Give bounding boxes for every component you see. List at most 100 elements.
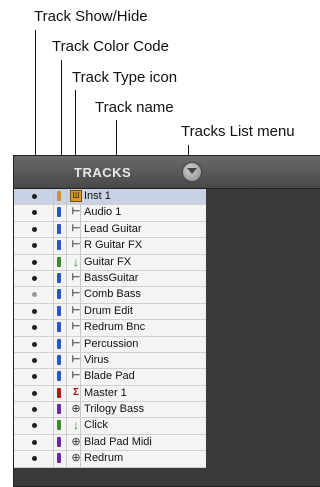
show-hide-toggle[interactable] [32, 407, 37, 413]
show-hide-toggle[interactable] [32, 456, 37, 462]
track-row[interactable]: Σ Master 1 [14, 385, 206, 403]
leader-line-show-hide [35, 30, 36, 170]
track-name[interactable]: Comb Bass [84, 288, 141, 300]
callout-track-color-code: Track Color Code [52, 38, 169, 55]
column-divider [53, 270, 54, 287]
show-hide-toggle[interactable] [32, 226, 37, 232]
track-color-code[interactable] [57, 240, 61, 251]
track-color-code[interactable] [57, 436, 61, 447]
track-color-code[interactable] [57, 420, 61, 431]
track-row[interactable]: ⊢ Comb Bass [14, 287, 206, 304]
track-name[interactable]: Drum Edit [84, 305, 133, 317]
column-divider [66, 221, 67, 238]
column-divider [66, 336, 67, 352]
track-color-code[interactable] [57, 207, 61, 218]
track-row[interactable]: ⊢ BassGuitar [14, 270, 206, 288]
show-hide-toggle[interactable] [32, 374, 37, 380]
tracks-panel-header: TRACKS [14, 156, 320, 189]
track-name[interactable]: R Guitar FX [84, 239, 142, 251]
column-divider [66, 205, 67, 221]
tracks-panel-title: TRACKS [74, 165, 132, 180]
track-row[interactable]: ⊕ Blad Pad Midi [14, 434, 206, 452]
track-name[interactable]: Guitar FX [84, 256, 131, 268]
column-divider [66, 189, 67, 205]
column-divider [66, 254, 67, 270]
track-row[interactable]: ↓ Guitar FX [14, 254, 206, 271]
column-divider [53, 254, 54, 270]
track-row[interactable]: ⊢ Audio 1 [14, 205, 206, 222]
show-hide-toggle[interactable] [32, 423, 37, 429]
track-name[interactable]: Click [84, 419, 108, 431]
track-color-code[interactable] [57, 305, 61, 316]
aux-input-icon: ↓ [73, 418, 79, 433]
track-row[interactable]: ⊢ Drum Edit [14, 303, 206, 321]
track-row[interactable]: Ш Inst 1 [14, 189, 206, 206]
track-name[interactable]: Percussion [84, 338, 138, 350]
track-name[interactable]: Inst 1 [84, 190, 111, 202]
track-row[interactable]: ⊕ Trilogy Bass [14, 402, 206, 419]
show-hide-toggle[interactable] [32, 308, 37, 314]
chevron-down-icon [187, 168, 197, 174]
show-hide-toggle[interactable] [32, 325, 37, 331]
track-color-code[interactable] [57, 387, 61, 398]
tracks-list-menu-button[interactable] [182, 162, 202, 182]
track-row[interactable]: ⊢ Redrum Bnc [14, 320, 206, 337]
callout-track-name: Track name [95, 99, 174, 116]
column-divider [53, 352, 54, 369]
column-divider [66, 385, 67, 402]
track-name[interactable]: Virus [84, 354, 109, 366]
track-color-code[interactable] [57, 256, 61, 267]
column-divider [66, 287, 67, 303]
track-color-code[interactable] [57, 371, 61, 382]
track-color-code[interactable] [57, 191, 61, 201]
track-row[interactable]: ⊢ R Guitar FX [14, 238, 206, 255]
audio-track-icon: ⊢ [71, 288, 81, 300]
track-name[interactable]: Lead Guitar [84, 223, 141, 235]
midi-track-icon: ⊕ [71, 403, 81, 416]
track-row[interactable]: ⊢ Virus [14, 352, 206, 370]
track-color-code[interactable] [57, 223, 61, 234]
show-hide-toggle[interactable] [32, 210, 37, 216]
column-divider [66, 434, 67, 451]
column-divider [53, 238, 54, 254]
midi-track-icon: ⊕ [71, 452, 81, 465]
column-divider [53, 402, 54, 418]
show-hide-toggle[interactable] [32, 243, 37, 249]
track-name[interactable]: BassGuitar [84, 272, 138, 284]
track-name[interactable]: Master 1 [84, 387, 127, 399]
track-name[interactable]: Trilogy Bass [84, 403, 144, 415]
track-name[interactable]: Audio 1 [84, 206, 121, 218]
column-divider [53, 287, 54, 303]
instrument-track-icon: Ш [70, 190, 82, 202]
track-name[interactable]: Blad Pad Midi [84, 436, 152, 448]
track-row[interactable]: ⊢ Percussion [14, 336, 206, 353]
column-divider [66, 238, 67, 254]
track-name[interactable]: Blade Pad [84, 370, 135, 382]
show-hide-toggle[interactable] [32, 275, 37, 281]
column-divider [53, 451, 54, 467]
callout-tracks-list-menu: Tracks List menu [181, 123, 295, 140]
show-hide-toggle[interactable] [32, 341, 37, 347]
track-color-code[interactable] [57, 289, 61, 300]
track-color-code[interactable] [57, 453, 61, 464]
track-color-code[interactable] [57, 272, 61, 283]
midi-track-icon: ⊕ [71, 435, 81, 448]
callout-track-type-icon: Track Type icon [72, 69, 178, 86]
track-name[interactable]: Redrum [84, 452, 123, 464]
track-row[interactable]: ↓ Click [14, 418, 206, 435]
track-color-code[interactable] [57, 322, 61, 333]
track-row[interactable]: ⊕ Redrum [14, 451, 206, 468]
track-row[interactable]: ⊢ Lead Guitar [14, 221, 206, 239]
track-color-code[interactable] [57, 354, 61, 365]
show-hide-toggle[interactable] [32, 194, 37, 199]
show-hide-toggle[interactable] [32, 439, 37, 445]
track-row[interactable]: ⊢ Blade Pad [14, 369, 206, 386]
show-hide-toggle[interactable] [32, 292, 37, 298]
show-hide-toggle[interactable] [32, 259, 37, 265]
track-color-code[interactable] [57, 404, 61, 415]
track-color-code[interactable] [57, 338, 61, 349]
show-hide-toggle[interactable] [32, 390, 37, 396]
column-divider [53, 336, 54, 352]
show-hide-toggle[interactable] [32, 357, 37, 363]
track-name[interactable]: Redrum Bnc [84, 321, 145, 333]
